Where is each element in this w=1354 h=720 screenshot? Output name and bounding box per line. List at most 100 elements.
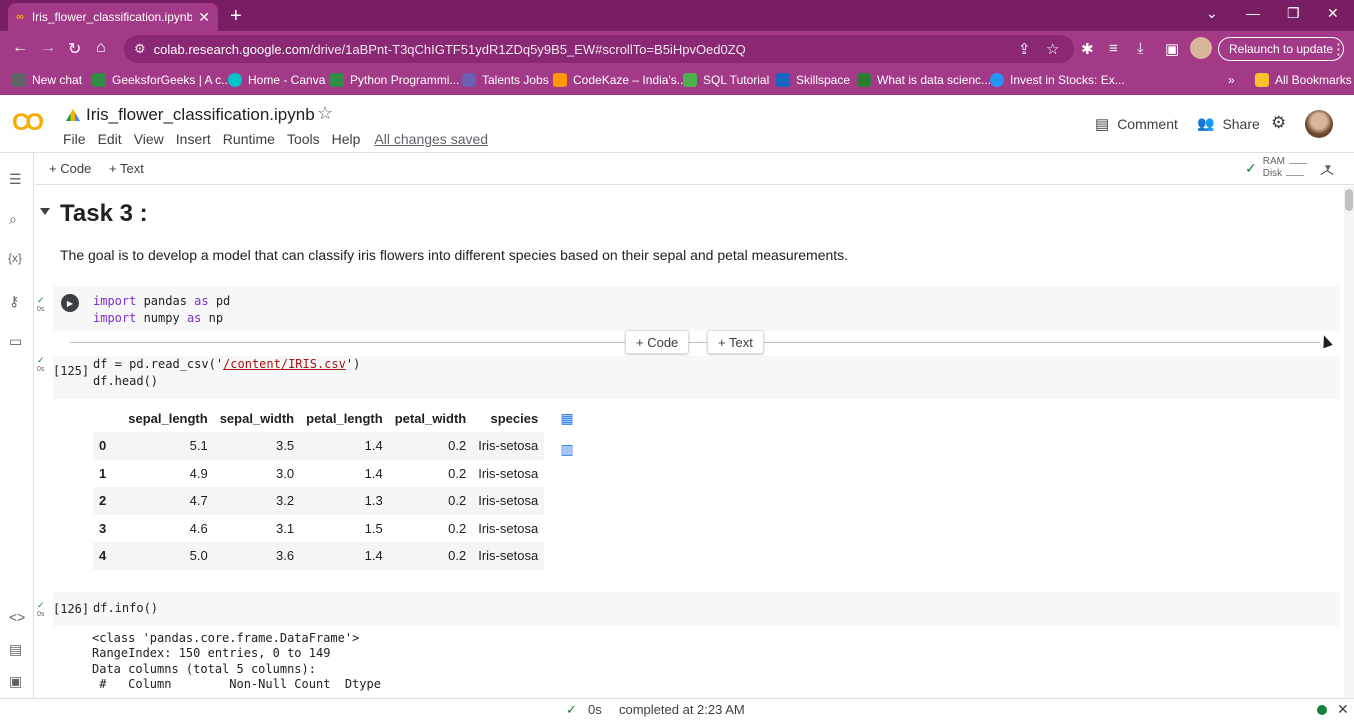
table-header-row: sepal_length sepal_width petal_length pe…	[93, 405, 544, 432]
home-icon[interactable]: ⌂	[96, 39, 106, 57]
colab-favicon-icon: ∞	[16, 11, 24, 23]
column-header: species	[490, 411, 539, 426]
address-bar[interactable]: ⚙ colab.research.google.com/drive/1aBPnt…	[124, 35, 1074, 63]
column-header: petal_width	[394, 411, 467, 426]
browser-menu-icon[interactable]: ⋮	[1331, 40, 1346, 58]
share-button[interactable]: 👥 Share	[1197, 115, 1260, 132]
back-icon[interactable]: ←	[12, 39, 28, 57]
table-row: 2 4.7 3.2 1.3 0.2 Iris-setosa	[93, 487, 545, 515]
status-duration[interactable]: 0s	[588, 702, 602, 717]
menu-help[interactable]: Help	[332, 131, 361, 147]
browser-tab-active[interactable]: ∞ Iris_flower_classification.ipynb - ✕	[8, 3, 218, 31]
cell3-code[interactable]: df.info()	[93, 600, 158, 617]
disk-label: Disk	[1262, 168, 1283, 179]
status-close-icon[interactable]: ✕	[1337, 701, 1349, 718]
section-collapse-caret-icon[interactable]	[40, 208, 50, 215]
status-bar: ✓ 0s completed at 2:23 AM ✕	[0, 698, 1354, 720]
menu-edit[interactable]: Edit	[98, 131, 122, 147]
files-folder-icon[interactable]: ▭	[9, 333, 22, 350]
insert-text-cell-button[interactable]: + Text	[707, 330, 764, 354]
user-avatar[interactable]	[1305, 110, 1333, 138]
terminal-icon[interactable]: ▣	[9, 673, 22, 690]
bookmark-item[interactable]: Talents Jobs	[462, 73, 549, 87]
status-completed[interactable]: completed at 2:23 AM	[619, 702, 745, 717]
interactive-table-icon[interactable]: ▦	[557, 408, 577, 428]
minimize-icon[interactable]: —	[1246, 5, 1260, 21]
comment-label: Comment	[1117, 116, 1178, 132]
profile-avatar[interactable]	[1190, 37, 1212, 59]
table-of-contents-icon[interactable]: ☰	[9, 171, 22, 188]
bookmark-item[interactable]: Invest in Stocks: Ex...	[990, 73, 1125, 87]
bookmark-star-icon[interactable]: ☆	[1046, 40, 1059, 58]
secrets-key-icon[interactable]: ⚷	[9, 293, 19, 310]
bookmark-item[interactable]: What is data scienc...	[857, 73, 991, 87]
cell2-exec-count: [125]	[53, 364, 90, 378]
cell3-status: ✓ 0s	[37, 600, 45, 619]
command-palette-icon[interactable]: ▤	[9, 641, 22, 658]
relaunch-button[interactable]: Relaunch to update	[1218, 37, 1345, 61]
menu-tools[interactable]: Tools	[287, 131, 320, 147]
table-row: 3 4.6 3.1 1.5 0.2 Iris-setosa	[99, 520, 539, 536]
media-queue-icon[interactable]: ≡	[1109, 40, 1118, 57]
side-panel-icon[interactable]: ▣	[1165, 40, 1179, 58]
colab-logo[interactable]: CO	[12, 109, 44, 137]
reload-icon[interactable]: ↻	[68, 39, 81, 59]
collapse-chevron-icon[interactable]: ︿	[1320, 159, 1334, 179]
cell2-code[interactable]: df = pd.read_csv('/content/IRIS.csv') df…	[93, 356, 360, 390]
save-status[interactable]: All changes saved	[374, 131, 488, 147]
site-info-icon[interactable]: ⚙	[134, 41, 146, 57]
star-notebook-icon[interactable]: ☆	[317, 103, 333, 124]
column-header: sepal_length	[128, 411, 208, 426]
suggest-charts-icon[interactable]: ▥	[557, 439, 577, 459]
extensions-icon[interactable]: ✱	[1081, 40, 1094, 58]
more-bookmarks-button[interactable]: »	[1228, 73, 1235, 87]
window-close-icon[interactable]: ✕	[1327, 5, 1339, 22]
all-bookmarks-button[interactable]: All Bookmarks	[1255, 73, 1352, 87]
add-code-cell-button[interactable]: + Code	[49, 161, 91, 176]
tab-search-icon[interactable]: ⌄	[1206, 5, 1218, 22]
comment-icon: ▤	[1095, 116, 1110, 133]
downloads-icon[interactable]: ⤓	[1137, 40, 1144, 57]
menu-file[interactable]: File	[63, 131, 86, 147]
bookmark-item[interactable]: Skillspace	[776, 73, 850, 87]
code-cell-info[interactable]: [126] df.info()	[53, 592, 1340, 626]
code-cell-imports[interactable]: import pandas as pd import numpy as np	[53, 286, 1340, 331]
tab-title: Iris_flower_classification.ipynb -	[31, 10, 193, 24]
code-cell-read-csv[interactable]: [125] df = pd.read_csv('/content/IRIS.cs…	[53, 356, 1340, 399]
url-path: /drive/1aBPnt-T3qChIGTF51ydR1ZDq5y9B5_EW…	[309, 41, 746, 57]
code-snippets-icon[interactable]: <>	[9, 609, 25, 625]
new-tab-icon[interactable]: +	[230, 5, 242, 28]
add-text-cell-button[interactable]: + Text	[109, 161, 144, 176]
scrollbar-thumb[interactable]	[1345, 189, 1353, 211]
notebook-title[interactable]: Iris_flower_classification.ipynb	[66, 105, 315, 125]
status-check-icon: ✓	[566, 702, 577, 717]
tab-close-icon[interactable]: ✕	[198, 9, 210, 26]
column-header: petal_length	[306, 411, 383, 426]
run-cell-play-icon[interactable]: ▶	[61, 294, 79, 312]
info-output: <class 'pandas.core.frame.DataFrame'> Ran…	[92, 631, 381, 692]
ram-label: RAM	[1262, 156, 1285, 167]
menu-insert[interactable]: Insert	[176, 131, 211, 147]
variables-icon[interactable]: {x}	[8, 251, 22, 265]
cell3-exec-count: [126]	[53, 602, 90, 616]
bookmark-item[interactable]: Home - Canva	[228, 73, 325, 87]
bookmark-item[interactable]: GeeksforGeeks | A c...	[92, 73, 231, 87]
share-page-icon[interactable]: ⇪	[1018, 40, 1031, 58]
connected-check-icon: ✓	[1245, 159, 1257, 176]
insert-code-cell-button[interactable]: + Code	[625, 330, 690, 354]
menu-view[interactable]: View	[134, 131, 164, 147]
bookmark-item[interactable]: New chat	[12, 73, 82, 87]
restore-icon[interactable]: ❐	[1287, 5, 1300, 22]
bookmark-item[interactable]: Python Programmi...	[330, 73, 459, 87]
forward-icon[interactable]: →	[40, 39, 56, 57]
bookmark-item[interactable]: CodeKaze – India's...	[553, 73, 687, 87]
menu-runtime[interactable]: Runtime	[223, 131, 275, 147]
colab-header: CO Iris_flower_classification.ipynb ☆ Fi…	[0, 95, 1354, 153]
cell1-code[interactable]: import pandas as pd import numpy as np	[93, 293, 230, 327]
notebook-scrollbar[interactable]	[1344, 186, 1354, 698]
browser-tab-strip: ∞ Iris_flower_classification.ipynb - ✕ +…	[0, 0, 1354, 31]
search-icon[interactable]: ⌕	[9, 211, 17, 228]
comment-button[interactable]: ▤ Comment	[1095, 115, 1178, 133]
settings-gear-icon[interactable]: ⚙	[1271, 113, 1286, 133]
bookmark-item[interactable]: SQL Tutorial	[683, 73, 769, 87]
